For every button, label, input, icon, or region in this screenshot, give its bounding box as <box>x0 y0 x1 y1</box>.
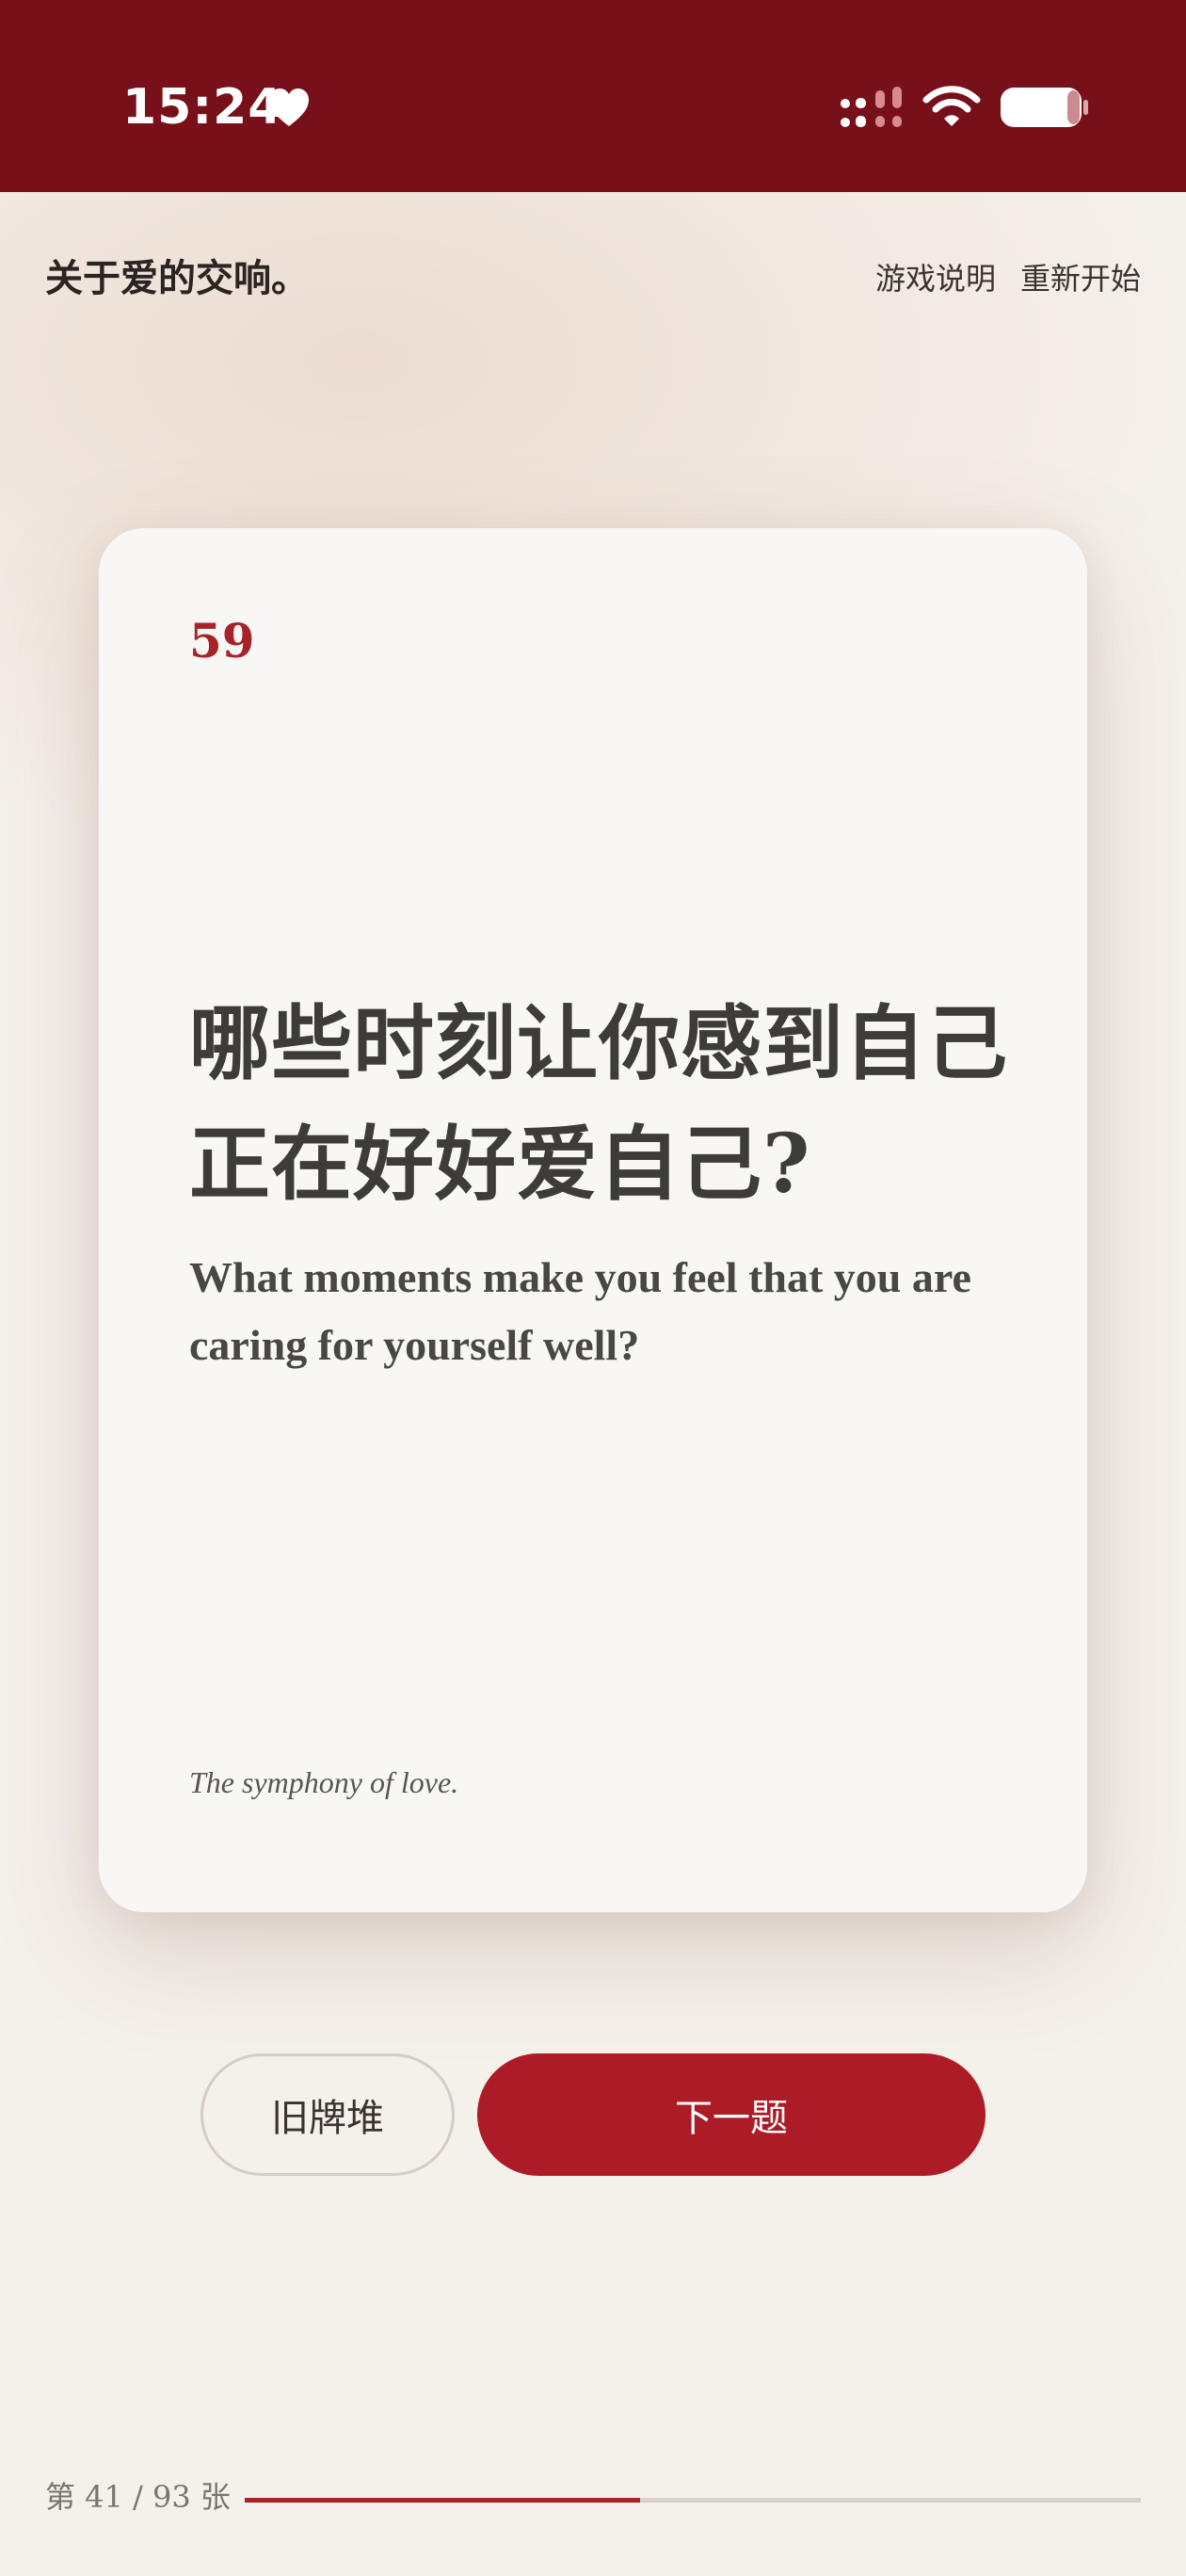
signal-icon <box>841 87 902 127</box>
app-title: 关于爱的交响。 <box>45 256 309 300</box>
header-links: 游戏说明 重新开始 <box>875 258 1141 299</box>
question-chinese: 哪些时刻让你感到自己正在好好爱自己? <box>189 996 1008 1212</box>
wifi-icon <box>922 86 981 126</box>
status-bar: 15:24 <box>0 0 1186 192</box>
progress-fill <box>245 2498 640 2503</box>
battery-icon <box>1001 88 1088 127</box>
old-deck-button[interactable]: 旧牌堆 <box>200 2053 455 2176</box>
page-body: 关于爱的交响。 游戏说明 重新开始 59 哪些时刻让你感到自己正在好好爱自己? … <box>0 192 1186 2576</box>
progress-label: 第 41 / 93 张 <box>45 2479 231 2515</box>
heart-icon <box>269 89 309 126</box>
status-time: 15:24 <box>122 79 283 136</box>
next-question-button[interactable]: 下一题 <box>477 2053 986 2176</box>
card-number: 59 <box>189 613 255 668</box>
card-footer-tagline: The symphony of love. <box>189 1765 459 1799</box>
question-card: 59 哪些时刻让你感到自己正在好好爱自己? What moments make … <box>99 528 1087 1912</box>
progress-track <box>245 2498 1141 2503</box>
question-english: What moments make you feel that you are … <box>189 1253 971 1369</box>
restart-link[interactable]: 重新开始 <box>1020 258 1141 299</box>
game-instructions-link[interactable]: 游戏说明 <box>875 258 996 299</box>
